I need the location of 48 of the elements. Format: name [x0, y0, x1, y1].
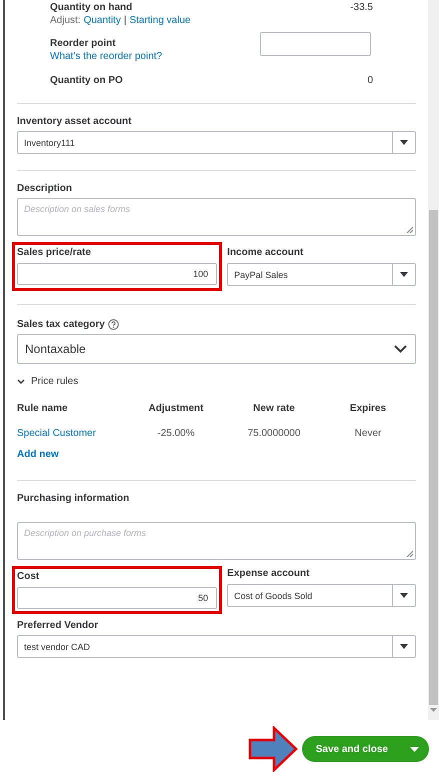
column-header: Rule name	[17, 403, 69, 414]
field-label: Quantity on PO	[50, 75, 123, 86]
help-icon[interactable]	[108, 319, 119, 330]
column-header: Adjustment	[148, 403, 204, 414]
field-label: Reorder point	[50, 38, 117, 49]
adjust-link[interactable]: Starting value	[129, 15, 191, 26]
price-field[interactable]: 100	[17, 263, 218, 285]
caret-icon	[400, 140, 408, 145]
column-header: New rate	[252, 403, 296, 414]
adjust-link[interactable]: Quantity	[84, 15, 121, 26]
vendor-dropdown[interactable]: test vendor CAD	[17, 635, 416, 658]
account-dropdown[interactable]: Cost of Goods Sold	[227, 584, 416, 607]
quantity-value: -33.5	[350, 2, 374, 13]
table-cell-text: -25.00%	[156, 428, 196, 439]
account-dropdown[interactable]: PayPal Sales	[227, 263, 416, 286]
field-label: Sales price/rate	[17, 247, 92, 258]
caret-icon	[400, 644, 408, 649]
caret-icon	[410, 746, 419, 752]
adjust-label: Adjust:	[50, 15, 81, 26]
table-cell-text: Never	[354, 428, 382, 439]
caret-icon	[400, 272, 408, 277]
field-label: Income account	[227, 247, 304, 258]
help-link[interactable]: What’s the reorder point?	[50, 51, 162, 62]
section-title: Purchasing information	[17, 493, 130, 504]
link-separator: |	[124, 15, 126, 26]
field-label: Quantity on hand	[50, 2, 134, 13]
column-header: Expires	[348, 403, 388, 414]
chevron-icon	[17, 378, 25, 384]
account-dropdown[interactable]: Inventory111	[17, 131, 416, 154]
rule-name-link[interactable]: Special Customer	[17, 428, 127, 439]
caret-icon	[400, 593, 408, 598]
add-new-link[interactable]: Add new	[17, 449, 59, 460]
cost-field[interactable]: 50	[17, 587, 218, 609]
resize-handle-icon	[406, 550, 413, 557]
price-rules-toggle[interactable]: Price rules	[17, 376, 416, 387]
tax-category-dropdown[interactable]: Nontaxable	[17, 334, 416, 364]
quantity-value: 0	[367, 75, 374, 86]
reorder-point-field[interactable]	[260, 32, 371, 56]
field-label: Sales tax category	[17, 319, 105, 330]
field-label: Description	[17, 183, 74, 194]
field-label: Inventory asset account	[17, 116, 132, 127]
table-cell-text: 75.0000000	[246, 428, 302, 439]
scroll-down-icon[interactable]	[430, 708, 437, 712]
field-label: Preferred Vendor	[17, 620, 100, 631]
chevron-down-icon	[394, 345, 407, 353]
resize-handle-icon	[406, 226, 413, 233]
field-label: Expense account	[227, 568, 310, 579]
field-label: Cost	[17, 571, 40, 582]
